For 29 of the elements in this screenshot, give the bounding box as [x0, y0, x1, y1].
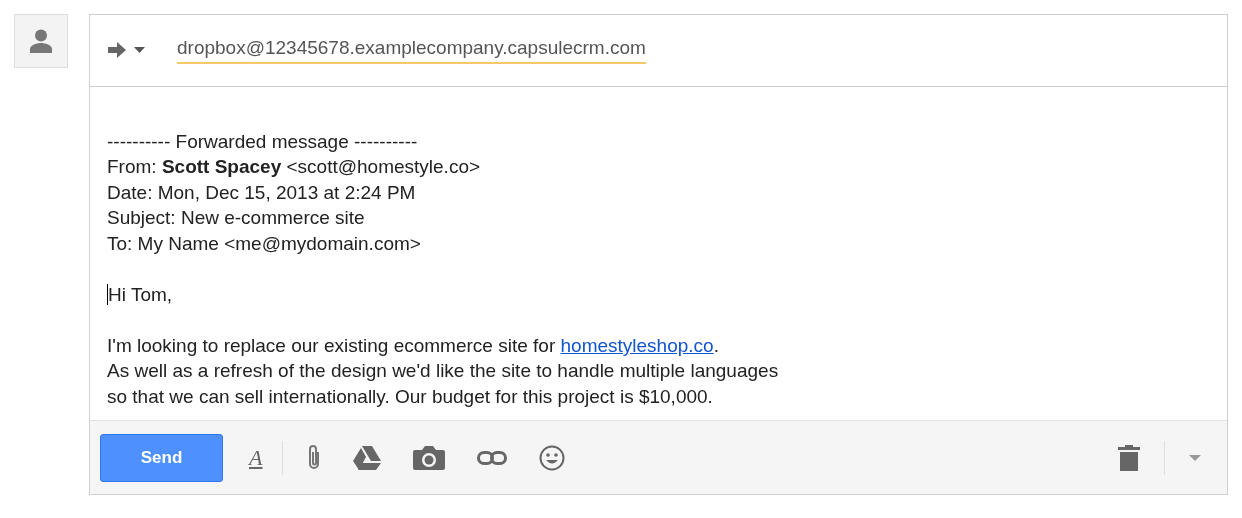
- trash-icon: [1118, 444, 1140, 471]
- header-line: To: My Name <me@mydomain.com>: [107, 232, 421, 254]
- link-icon: [477, 450, 508, 465]
- person-icon: [30, 29, 52, 53]
- link-button[interactable]: [477, 450, 508, 465]
- greeting: Hi Tom,: [108, 283, 173, 305]
- forwarded-separator: ---------- Forwarded message ----------: [107, 130, 418, 152]
- drive-button[interactable]: [353, 445, 382, 470]
- reply-type-button[interactable]: [108, 42, 145, 59]
- header-line: From: Scott Spacey <scott@homestyle.co>: [107, 156, 481, 178]
- drive-icon: [353, 445, 382, 470]
- delete-button[interactable]: [1118, 444, 1140, 471]
- message-paragraph: I'm looking to replace our existing ecommerce site for homestyleshop.co. As well as a refresh of the design we'd like the site to handle multiple languages so that we can sell internationally. Our budget for this project is $10,000.: [107, 333, 780, 409]
- camera-icon: [413, 444, 446, 471]
- recipient-address[interactable]: dropbox@12345678.examplecompany.capsulecrm.com: [177, 36, 646, 65]
- website-link[interactable]: homestyleshop.co: [560, 334, 714, 356]
- emoji-button[interactable]: [539, 444, 566, 471]
- paperclip-icon: [307, 443, 322, 472]
- smiley-icon: [539, 444, 566, 471]
- text-cursor: [107, 283, 108, 305]
- forward-arrow-icon: [108, 42, 126, 59]
- photo-button[interactable]: [413, 444, 446, 471]
- caret-icon: [134, 47, 145, 54]
- formatting-button[interactable]: A: [245, 441, 267, 475]
- header-line: Subject: New e-commerce site: [107, 207, 365, 229]
- more-options-button[interactable]: [1189, 454, 1201, 461]
- header-line: Date: Mon, Dec 15, 2013 at 2:24 PM: [107, 181, 416, 203]
- caret-icon: [1189, 454, 1201, 461]
- attach-button[interactable]: [307, 443, 322, 472]
